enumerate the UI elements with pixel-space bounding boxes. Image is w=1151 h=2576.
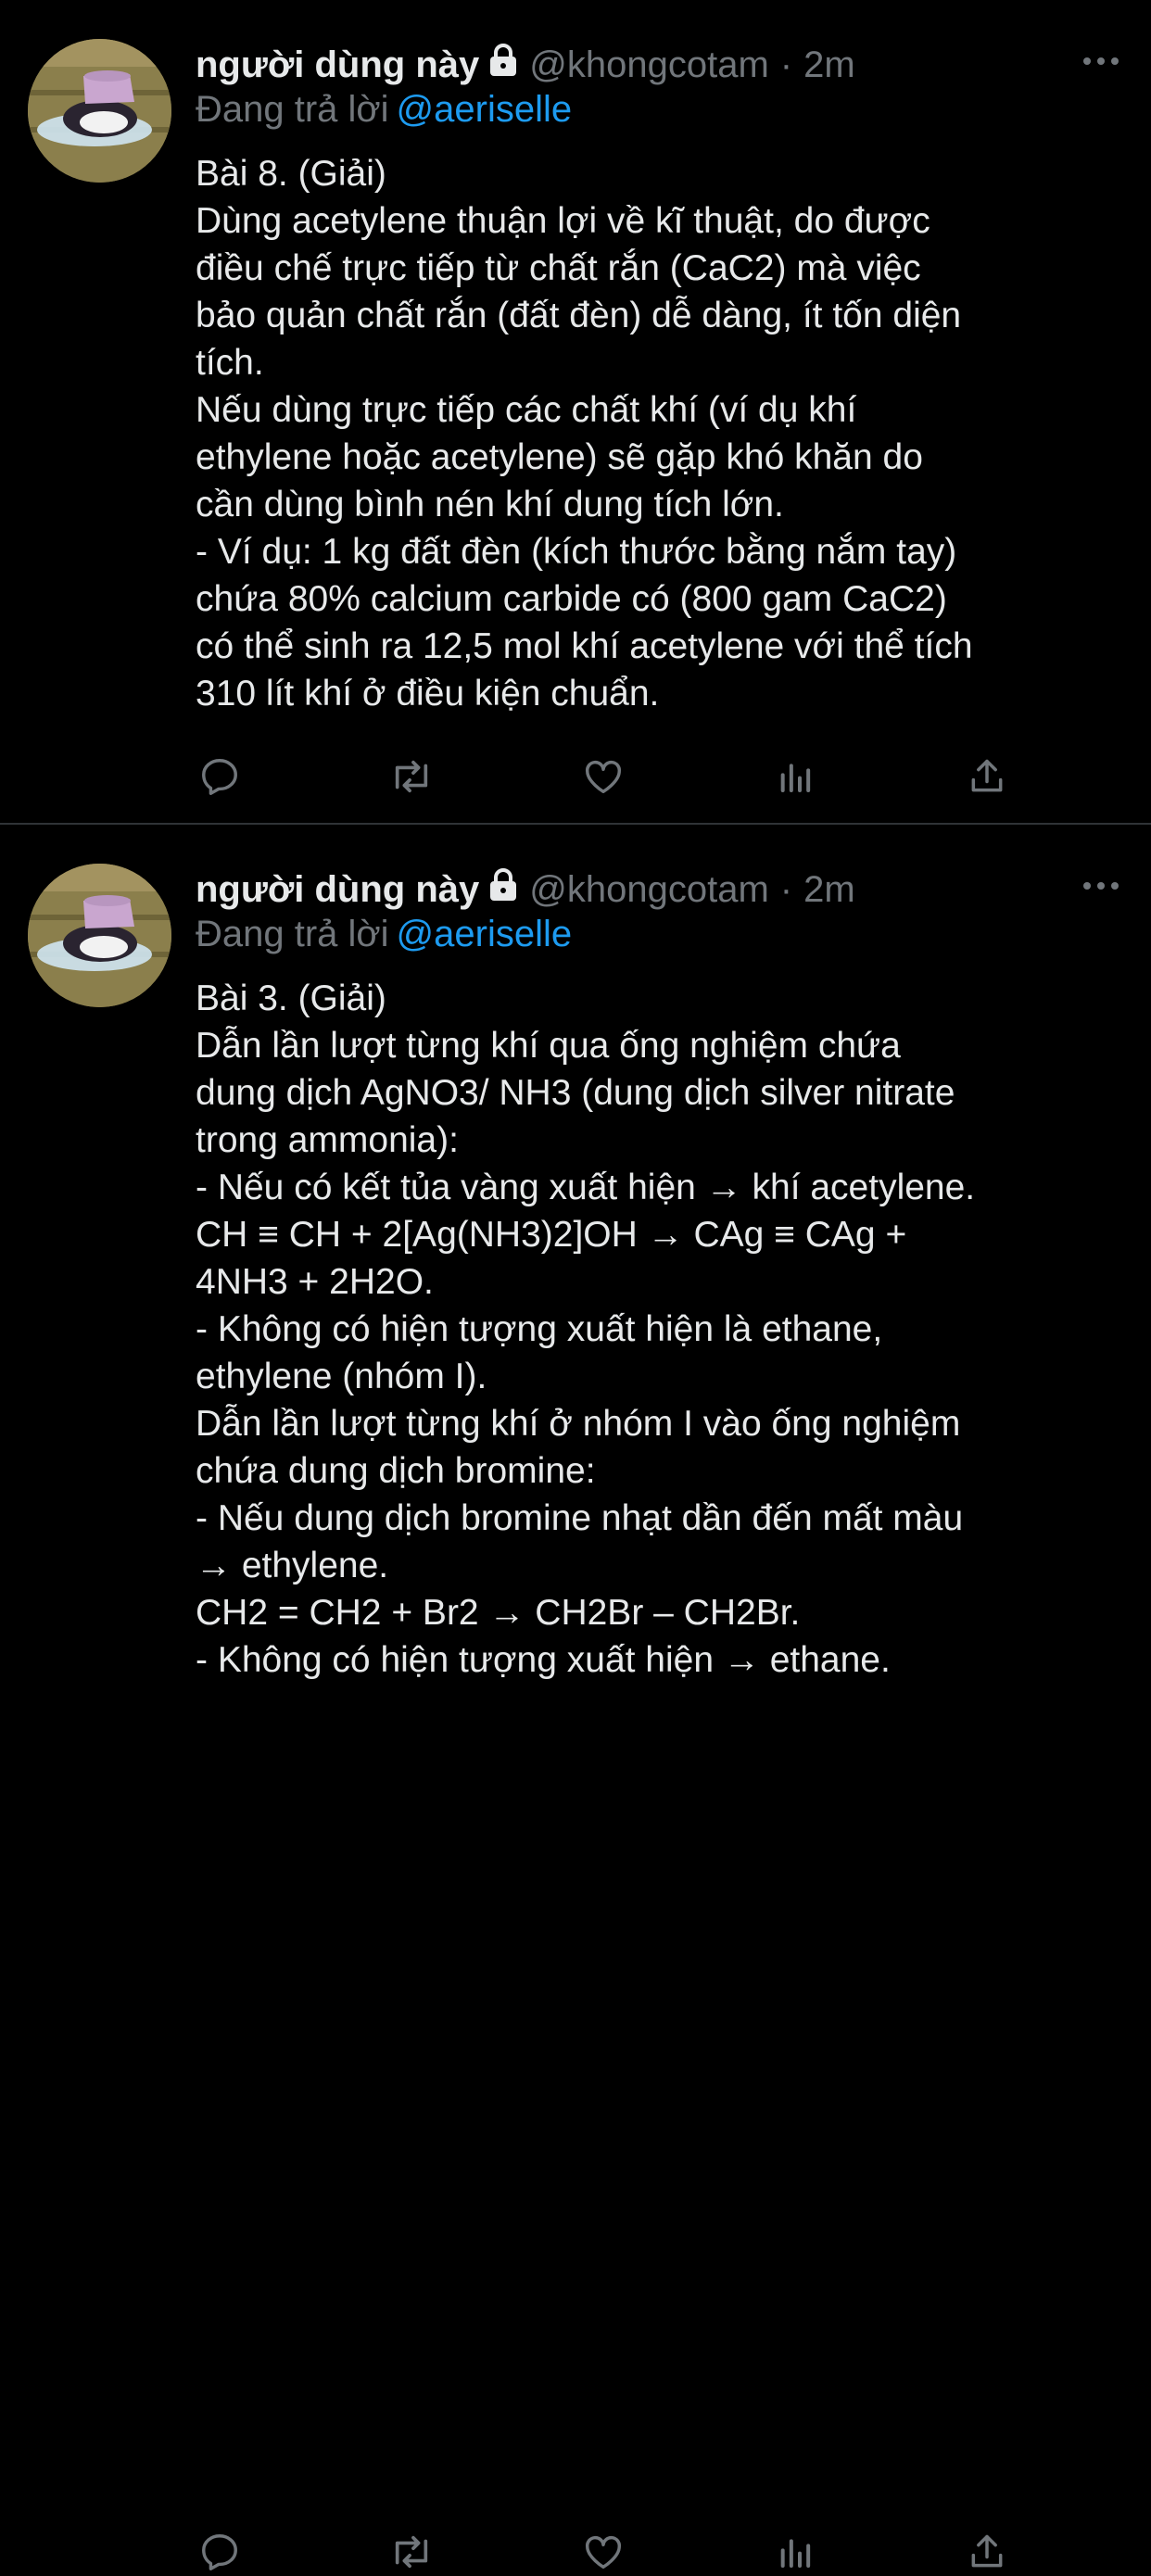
text-line: → ethylene. bbox=[196, 1546, 389, 1585]
text-line: 310 lít khí ở điều kiện chuẩn. bbox=[196, 674, 660, 713]
text-line: dung dịch AgNO3/ NH3 (dung dịch silver n… bbox=[196, 1073, 955, 1113]
replying-to: Đang trả lời @aeriselle bbox=[196, 89, 572, 131]
avatar[interactable] bbox=[28, 39, 171, 183]
tweet[interactable]: người dùng này @khongcotam · 2m Đang trả… bbox=[0, 825, 1151, 2570]
text-line: - Nếu có kết tủa vàng xuất hiện → khí ac… bbox=[196, 1168, 976, 1207]
author-name[interactable]: người dùng này bbox=[196, 44, 479, 86]
text-line: chứa 80% calcium carbide có (800 gam CaC… bbox=[196, 579, 947, 619]
retweet-icon[interactable] bbox=[387, 2528, 436, 2576]
text-line: tích. bbox=[196, 343, 264, 383]
share-icon[interactable] bbox=[963, 2528, 1011, 2576]
text-line: - Không có hiện tượng xuất hiện → ethane… bbox=[196, 1640, 891, 1680]
reply-prefix: Đang trả lời bbox=[196, 89, 389, 130]
share-icon[interactable] bbox=[963, 752, 1011, 801]
separator-dot: · bbox=[779, 868, 793, 910]
text-line: bảo quản chất rắn (đất đèn) dễ dàng, ít … bbox=[196, 296, 962, 335]
more-horizontal-icon[interactable] bbox=[1079, 43, 1123, 80]
analytics-icon[interactable] bbox=[771, 752, 819, 801]
text-line: - Nếu dung dịch bromine nhạt dần đến mất… bbox=[196, 1498, 964, 1538]
tweet-header: người dùng này @khongcotam · 2m bbox=[196, 41, 855, 89]
tweet-header: người dùng này @khongcotam · 2m bbox=[196, 865, 855, 914]
analytics-icon[interactable] bbox=[771, 2528, 819, 2576]
tweet-text: Bài 8. (Giải) Dùng acetylene thuận lợi v… bbox=[196, 150, 1123, 717]
reply-prefix: Đang trả lời bbox=[196, 914, 389, 954]
text-line: - Không có hiện tượng xuất hiện là ethan… bbox=[196, 1309, 883, 1349]
text-line: Bài 3. (Giải) bbox=[196, 979, 386, 1018]
like-icon[interactable] bbox=[579, 752, 627, 801]
like-icon[interactable] bbox=[579, 2528, 627, 2576]
text-line: 4NH3 + 2H2O. bbox=[196, 1262, 434, 1302]
text-line: CH ≡ CH + 2[Ag(NH3)2]OH → CAg ≡ CAg + bbox=[196, 1215, 907, 1255]
author-handle[interactable]: @khongcotam bbox=[529, 44, 769, 86]
text-line: Dẫn lần lượt từng khí qua ống nghiệm chứ… bbox=[196, 1026, 901, 1066]
tweet-text: Bài 3. (Giải) Dẫn lần lượt từng khí qua … bbox=[196, 975, 1123, 1684]
lock-icon bbox=[488, 868, 518, 911]
text-line: cần dùng bình nén khí dung tích lớn. bbox=[196, 485, 784, 524]
text-line: ethylene (nhóm I). bbox=[196, 1357, 487, 1396]
text-line: CH2 = CH2 + Br2 → CH2Br – CH2Br. bbox=[196, 1593, 801, 1633]
text-line: có thể sinh ra 12,5 mol khí acetylene vớ… bbox=[196, 626, 973, 666]
retweet-icon[interactable] bbox=[387, 752, 436, 801]
text-line: Dẫn lần lượt từng khí ở nhóm I vào ống n… bbox=[196, 1404, 961, 1444]
reply-mention[interactable]: @aeriselle bbox=[397, 914, 573, 954]
text-line: điều chế trực tiếp từ chất rắn (CaC2) mà… bbox=[196, 248, 921, 288]
reply-icon[interactable] bbox=[196, 2528, 244, 2576]
lock-icon bbox=[488, 44, 518, 86]
author-name[interactable]: người dùng này bbox=[196, 869, 479, 911]
reply-icon[interactable] bbox=[196, 752, 244, 801]
reply-mention[interactable]: @aeriselle bbox=[397, 89, 573, 130]
text-line: Dùng acetylene thuận lợi về kĩ thuật, do… bbox=[196, 201, 930, 241]
separator-dot: · bbox=[779, 44, 793, 85]
text-line: - Ví dụ: 1 kg đất đèn (kích thước bằng n… bbox=[196, 532, 957, 572]
tweet-actions bbox=[196, 2528, 1011, 2576]
tweet-actions bbox=[196, 752, 1011, 801]
text-line: trong ammonia): bbox=[196, 1120, 459, 1160]
timestamp[interactable]: 2m bbox=[803, 869, 855, 911]
text-line: Nếu dùng trực tiếp các chất khí (ví dụ k… bbox=[196, 390, 857, 430]
text-line: chứa dung dịch bromine: bbox=[196, 1451, 596, 1491]
text-line: ethylene hoặc acetylene) sẽ gặp khó khăn… bbox=[196, 437, 923, 477]
avatar[interactable] bbox=[28, 864, 171, 1007]
avatar-image bbox=[28, 39, 171, 183]
author-handle[interactable]: @khongcotam bbox=[529, 869, 769, 911]
tweet[interactable]: người dùng này @khongcotam · 2m Đang trả… bbox=[0, 0, 1151, 825]
more-horizontal-icon[interactable] bbox=[1079, 867, 1123, 904]
replying-to: Đang trả lời @aeriselle bbox=[196, 914, 572, 955]
timestamp[interactable]: 2m bbox=[803, 44, 855, 86]
text-line: Bài 8. (Giải) bbox=[196, 154, 386, 194]
avatar-image bbox=[28, 864, 171, 1007]
